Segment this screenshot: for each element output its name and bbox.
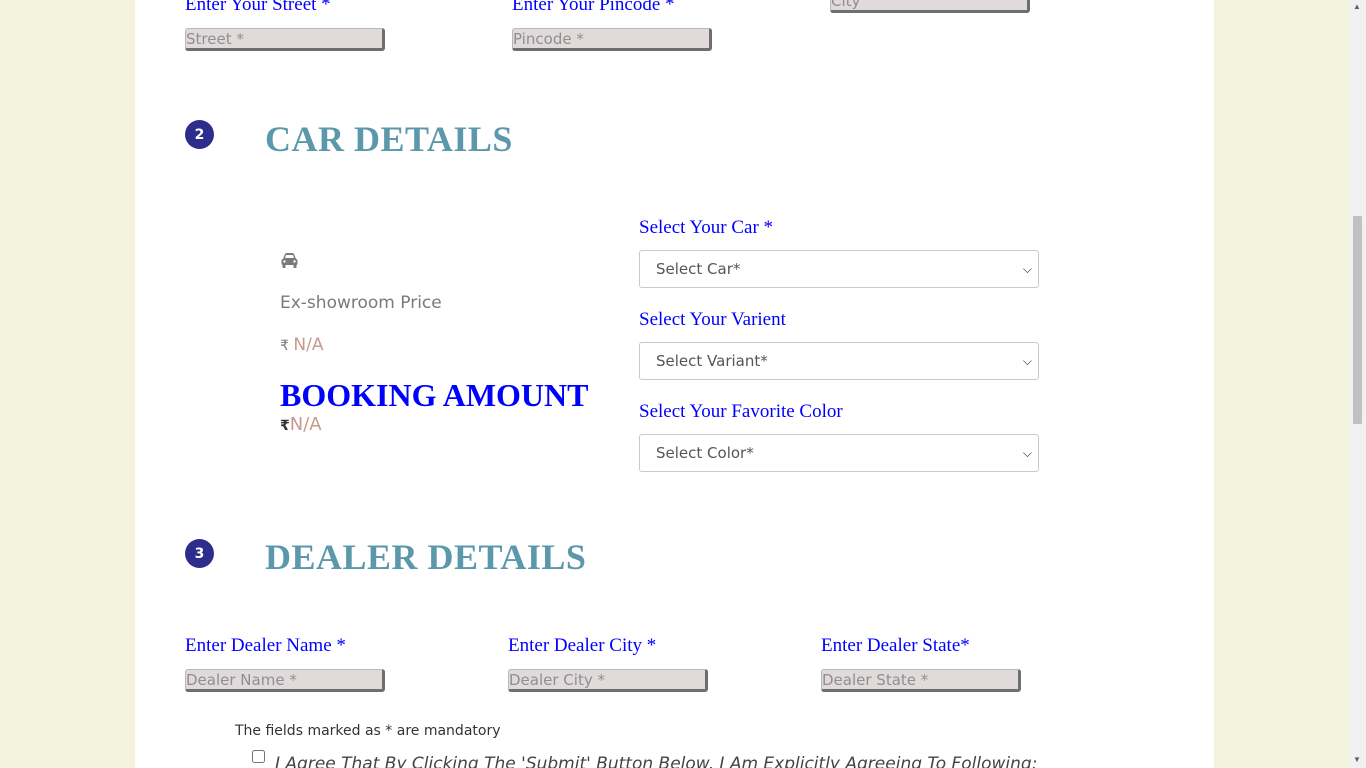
vertical-scrollbar[interactable]: ▲ ▼ [1349, 0, 1366, 768]
dealer-details-title: DEALER DETAILS [265, 537, 587, 577]
dealer-name-label: Enter Dealer Name * [185, 635, 346, 656]
select-car-label: Select Your Car * [639, 217, 774, 238]
dealer-city-label: Enter Dealer City * [508, 635, 657, 656]
scroll-up-icon[interactable]: ▲ [1353, 3, 1361, 11]
chevron-down-icon: ⌵ [1022, 446, 1032, 460]
pincode-label: Enter Your Pincode * [512, 0, 675, 15]
scroll-thumb[interactable] [1353, 216, 1362, 424]
ex-showroom-price: ₹ N/A [280, 335, 323, 355]
select-color-value: Select Color* [656, 444, 754, 462]
chevron-down-icon: ⌵ [1022, 354, 1032, 368]
car-details-title: CAR DETAILS [265, 119, 513, 159]
mandatory-note: The fields marked as * are mandatory [235, 723, 501, 739]
dealer-name-input[interactable] [185, 669, 385, 692]
booking-amount-value: N/A [289, 414, 322, 435]
form-page: Enter Your Street * Enter Your Pincode *… [135, 0, 1214, 768]
step-badge-2: 2 [185, 120, 214, 149]
step-badge-3: 3 [185, 539, 214, 568]
dealer-city-input[interactable] [508, 669, 708, 692]
dealer-state-label: Enter Dealer State* [821, 635, 970, 656]
booking-amount-price: ₹N/A [280, 414, 322, 435]
pincode-input[interactable] [512, 28, 712, 51]
select-car-dropdown[interactable]: Select Car* ⌵ [639, 250, 1039, 288]
select-variant-label: Select Your Varient [639, 309, 786, 330]
select-variant-dropdown[interactable]: Select Variant* ⌵ [639, 342, 1039, 380]
select-variant-value: Select Variant* [656, 352, 768, 370]
chevron-down-icon: ⌵ [1022, 262, 1032, 276]
rupee-icon-bold: ₹ [280, 418, 290, 434]
select-car-value: Select Car* [656, 260, 741, 278]
scroll-down-icon[interactable]: ▼ [1353, 756, 1361, 764]
ex-showroom-label: Ex-showroom Price [280, 293, 442, 313]
agree-text: I Agree That By Clicking The 'Submit' Bu… [275, 754, 1038, 768]
rupee-icon: ₹ [280, 338, 289, 354]
agree-checkbox[interactable] [252, 750, 265, 763]
select-color-label: Select Your Favorite Color [639, 401, 843, 422]
street-input[interactable] [185, 28, 385, 51]
ex-showroom-value: N/A [293, 335, 324, 355]
booking-amount-label: BOOKING AMOUNT [280, 377, 589, 413]
car-icon [280, 251, 300, 271]
street-label: Enter Your Street * [185, 0, 331, 15]
city-input[interactable] [830, 0, 1030, 13]
dealer-state-input[interactable] [821, 669, 1021, 692]
select-color-dropdown[interactable]: Select Color* ⌵ [639, 434, 1039, 472]
